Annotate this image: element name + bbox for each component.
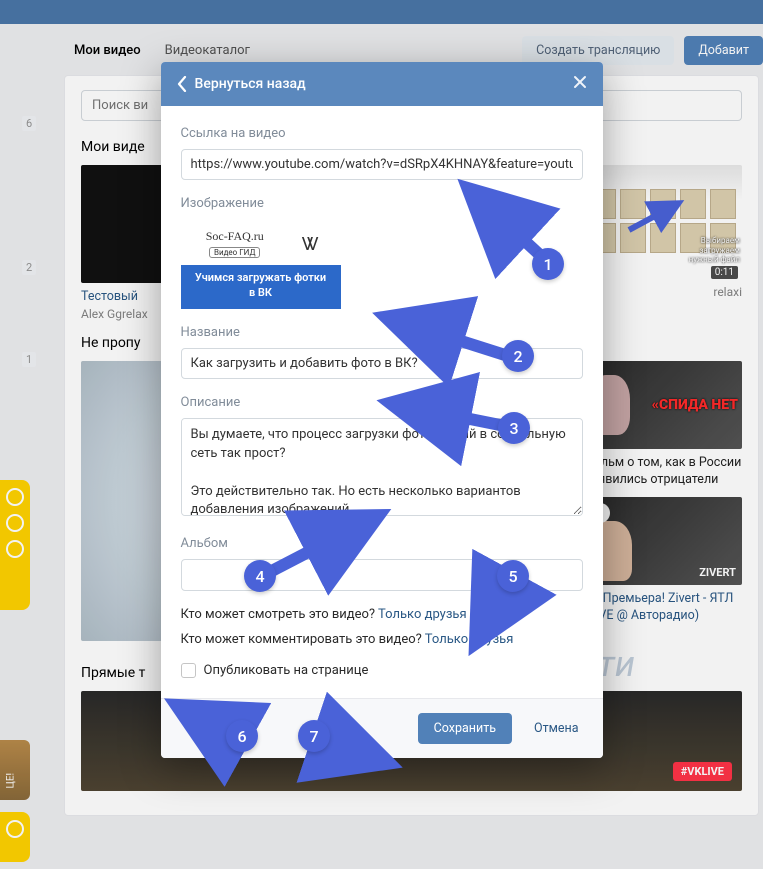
video-link-input[interactable] [181,149,583,180]
privacy-view-row: Кто может смотреть это видео? Только дру… [181,607,583,622]
privacy-comment-question: Кто может комментировать это видео? [181,632,425,647]
close-button[interactable] [573,75,587,93]
privacy-comment-row: Кто может комментировать это видео? Толь… [181,632,583,647]
close-icon [573,75,587,89]
thumb-caption-line: Учимся загружать фотки [185,271,337,286]
thumb-logo-title: Soc-FAQ.ru [206,229,264,244]
publish-checkbox[interactable] [181,663,196,678]
thumb-logo-subtitle: Видео ГИД [209,247,260,258]
modal-header: Вернуться назад [161,62,603,106]
save-button[interactable]: Сохранить [418,713,512,744]
modal-body: Ссылка на видео Изображение Soc-FAQ.ru В… [161,106,603,698]
publish-checkbox-label: Опубликовать на странице [204,663,369,678]
back-button[interactable]: Вернуться назад [177,76,306,92]
cancel-button[interactable]: Отмена [530,713,583,744]
add-video-modal: Вернуться назад Ссылка на видео Изображе… [161,62,603,758]
chevron-left-icon [177,76,187,92]
label-image: Изображение [181,196,583,211]
thumb-caption-line: в ВК [185,286,337,301]
annotation-badge-6: 6 [226,720,258,752]
publish-checkbox-row[interactable]: Опубликовать на странице [181,663,583,678]
label-video-link: Ссылка на видео [181,126,583,141]
label-album: Альбом [181,536,583,551]
annotation-badge-7: 7 [298,720,330,752]
privacy-view-link[interactable]: Только друзья [378,607,467,622]
back-label: Вернуться назад [195,76,306,92]
annotation-badge-3: 3 [498,412,530,444]
label-description: Описание [181,395,583,410]
label-title: Название [181,325,583,340]
vk-logo-icon: Ꮤ [302,234,315,255]
annotation-badge-2: 2 [502,340,534,372]
annotation-badge-1: 1 [532,248,564,280]
privacy-comment-link[interactable]: Только друзья [425,632,514,647]
annotation-badge-5: 5 [497,560,529,592]
annotation-badge-4: 4 [244,560,276,592]
modal-overlay: Вернуться назад Ссылка на видео Изображе… [0,0,763,869]
video-thumbnail-preview[interactable]: Soc-FAQ.ru Видео ГИД Ꮤ Учимся загружать … [181,219,341,309]
privacy-view-question: Кто может смотреть это видео? [181,607,379,622]
